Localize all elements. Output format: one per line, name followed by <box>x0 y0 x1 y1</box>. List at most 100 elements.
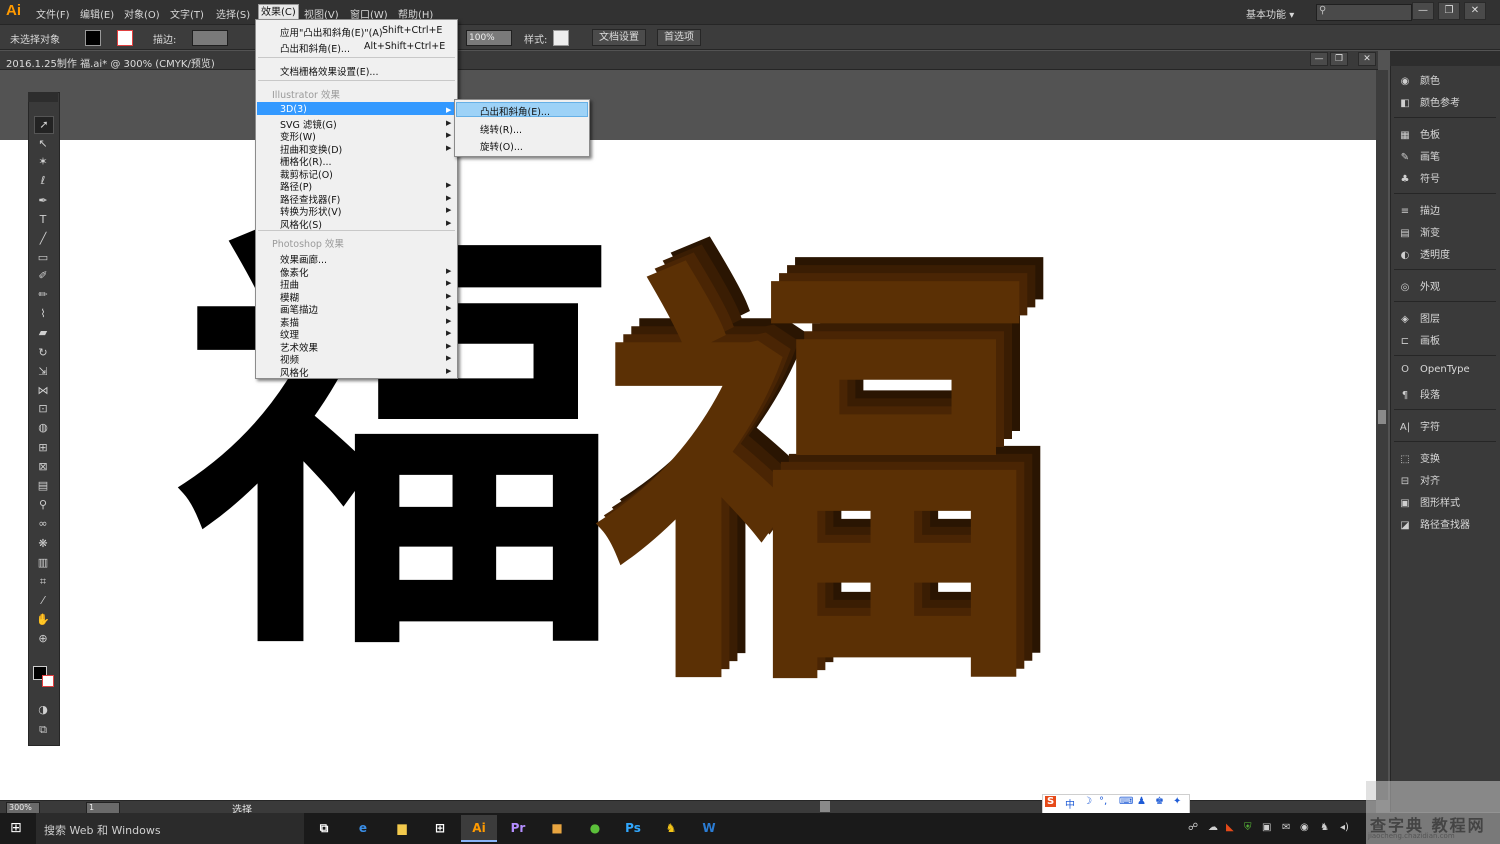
selection-tool-icon[interactable]: ➚ <box>34 116 54 134</box>
rotate-tool-icon[interactable]: ↻ <box>34 345 52 361</box>
panel-item-label: 外观 <box>1420 282 1440 293</box>
skin-icon[interactable]: ♚ <box>1155 796 1164 807</box>
vertical-scroll-thumb[interactable] <box>1378 410 1386 424</box>
menu-item-photoshop-effect[interactable]: 风格化 <box>280 365 309 379</box>
menu-item-rotate[interactable]: 旋转(O)... <box>480 139 523 153</box>
ime-toolbar[interactable]: S 中 ☽ °, ⌨ ♟ ♚ ✦ <box>1042 794 1190 814</box>
tray-360-icon[interactable]: ◉ <box>1300 822 1309 833</box>
punctuation-icon[interactable]: °, <box>1099 796 1107 807</box>
panel-item-graphic-styles[interactable]: ▣ 图形样式 <box>1398 494 1460 510</box>
tray-volume-icon[interactable]: ◂) <box>1340 822 1349 833</box>
keyboard-icon[interactable]: ⌨ <box>1119 796 1133 807</box>
tray-sogou-icon[interactable]: ◣ <box>1226 822 1234 833</box>
menu-item-raster-settings[interactable]: 文档栅格效果设置(E)... <box>280 64 378 78</box>
tray-cloud-icon[interactable]: ☁ <box>1208 822 1218 833</box>
blend-tool-icon[interactable]: ∞ <box>34 516 52 532</box>
pen-tool-icon[interactable]: ✒ <box>34 193 52 209</box>
slice-tool-icon[interactable]: ⁄ <box>34 593 52 609</box>
magic-wand-tool-icon[interactable]: ✶ <box>34 154 52 170</box>
rectangle-tool-icon[interactable]: ▭ <box>34 250 52 266</box>
panel-item-transform[interactable]: ⬚ 变换 <box>1398 450 1440 466</box>
panel-item-layers[interactable]: ◈ 图层 <box>1398 310 1440 326</box>
panel-item-color[interactable]: ◉ 颜色 <box>1398 72 1440 88</box>
edge-icon[interactable]: e <box>345 815 381 842</box>
menu-item-illustrator-effect[interactable]: 风格化(S) <box>280 217 322 231</box>
360-icon[interactable]: ● <box>577 815 613 842</box>
illustrator-effects-header: Illustrator 效果 <box>272 90 340 101</box>
panel-item-character[interactable]: A| 字符 <box>1398 418 1440 434</box>
panel-item-symbols[interactable]: ♣ 符号 <box>1398 170 1440 186</box>
menu-item-extrude-bevel[interactable]: 凸出和斜角(E)... <box>480 104 550 118</box>
hand-tool-icon[interactable]: ✋ <box>34 612 52 628</box>
tray-monitor-icon[interactable]: ▣ <box>1262 822 1271 833</box>
eyedropper-tool-icon[interactable]: ⚲ <box>34 497 52 513</box>
qq-icon[interactable]: ♞ <box>653 815 689 842</box>
eraser-tool-icon[interactable]: ▰ <box>34 325 52 341</box>
paintbrush-tool-icon[interactable]: ✐ <box>34 268 52 284</box>
pencil-tool-icon[interactable]: ✏ <box>34 287 52 303</box>
artwork[interactable]: 福 福 福 福 福 <box>0 0 1376 800</box>
close-button[interactable]: ✕ <box>1464 2 1486 20</box>
zoom-tool-icon[interactable]: ⊕ <box>34 631 52 647</box>
mesh-tool-icon[interactable]: ⊠ <box>34 459 52 475</box>
panel-item-pathfinder[interactable]: ◪ 路径查找器 <box>1398 516 1470 532</box>
menu-item-last-effect[interactable]: 凸出和斜角(E)... <box>280 41 350 55</box>
tray-wechat-icon[interactable]: ✉ <box>1282 822 1290 833</box>
photoshop-icon[interactable]: Ps <box>615 815 651 842</box>
menu-item-revolve[interactable]: 绕转(R)... <box>480 122 522 136</box>
blob-brush-tool-icon[interactable]: ⌇ <box>34 306 52 322</box>
file-explorer-icon[interactable]: ▆ <box>384 815 420 842</box>
task-view-icon[interactable]: ⧉ <box>306 815 342 842</box>
panel-item-brushes[interactable]: ✎ 画笔 <box>1398 148 1440 164</box>
tray-qq-icon[interactable]: ♞ <box>1320 822 1329 833</box>
direct-selection-tool-icon[interactable]: ↖ <box>34 136 52 152</box>
line-tool-icon[interactable]: ╱ <box>34 231 52 247</box>
word-icon[interactable]: W <box>691 815 727 842</box>
windows-start-icon[interactable]: ⊞ <box>10 820 22 836</box>
gradient-tool-icon[interactable]: ▤ <box>34 478 52 494</box>
right-panel-header[interactable] <box>1390 51 1500 66</box>
panel-item-gradient[interactable]: ▤ 渐变 <box>1398 224 1440 240</box>
restore-button[interactable]: ❐ <box>1438 2 1460 20</box>
moon-icon[interactable]: ☽ <box>1083 796 1092 807</box>
width-tool-icon[interactable]: ⋈ <box>34 383 52 399</box>
panel-item-label: 渐变 <box>1420 228 1440 239</box>
menu-item-illustrator-effect[interactable]: 3D(3) <box>280 104 307 115</box>
panel-item-color-guide[interactable]: ◧ 颜色参考 <box>1398 94 1460 110</box>
vertical-scrollbar[interactable] <box>1376 70 1388 800</box>
stroke-color-swatch[interactable] <box>42 675 54 687</box>
panel-item-swatches[interactable]: ▦ 色板 <box>1398 126 1440 142</box>
shape-builder-tool-icon[interactable]: ◍ <box>34 420 52 436</box>
screen-mode-icon[interactable]: ⧉ <box>34 722 52 738</box>
panel-item-artboards[interactable]: ⊏ 画板 <box>1398 332 1440 348</box>
tools-panel-header[interactable] <box>28 92 58 102</box>
minimize-button[interactable]: — <box>1412 2 1434 20</box>
drawing-mode-icon[interactable]: ◑ <box>34 702 52 718</box>
panel-item-appearance[interactable]: ◎ 外观 <box>1398 278 1440 294</box>
package-icon[interactable]: ■ <box>539 815 575 842</box>
premiere-icon[interactable]: Pr <box>500 815 536 842</box>
tools-icon[interactable]: ✦ <box>1173 796 1181 807</box>
panel-item-opentype[interactable]: O OpenType <box>1398 364 1470 380</box>
user-icon[interactable]: ♟ <box>1137 796 1146 807</box>
panel-item-label: 图形样式 <box>1420 498 1460 509</box>
illustrator-icon[interactable]: Ai <box>461 815 497 842</box>
type-tool-icon[interactable]: T <box>34 212 52 228</box>
panel-item-paragraph[interactable]: ¶ 段落 <box>1398 386 1440 402</box>
perspective-grid-tool-icon[interactable]: ⊞ <box>34 440 52 456</box>
tray-network-icon[interactable]: ☍ <box>1188 822 1198 833</box>
tray-shield-icon[interactable]: ⛨ <box>1244 822 1252 833</box>
scale-tool-icon[interactable]: ⇲ <box>34 364 52 380</box>
symbol-sprayer-tool-icon[interactable]: ❋ <box>34 536 52 552</box>
column-graph-tool-icon[interactable]: ▥ <box>34 555 52 571</box>
panel-item-align[interactable]: ⊟ 对齐 <box>1398 472 1440 488</box>
panel-item-stroke[interactable]: ≡ 描边 <box>1398 202 1440 218</box>
free-transform-tool-icon[interactable]: ⊡ <box>34 401 52 417</box>
chinese-mode-icon[interactable]: 中 <box>1065 796 1075 811</box>
horizontal-scroll-thumb[interactable] <box>820 801 830 812</box>
menu-item-apply-last-effect[interactable]: 应用"凸出和斜角(E)"(A) <box>280 25 383 39</box>
store-icon[interactable]: ⊞ <box>422 815 458 842</box>
panel-item-transparency[interactable]: ◐ 透明度 <box>1398 246 1450 262</box>
artboard-tool-icon[interactable]: ⌗ <box>34 574 52 590</box>
lasso-tool-icon[interactable]: ℓ <box>34 173 52 189</box>
